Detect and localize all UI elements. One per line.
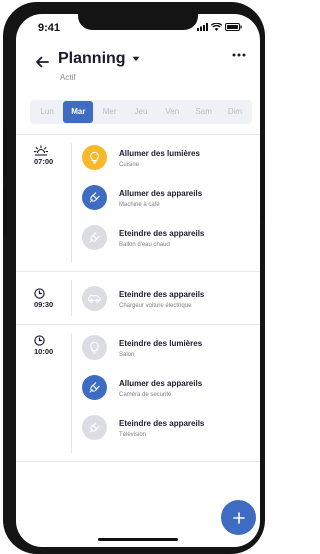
item-title: Eteindre des appareils [119, 229, 205, 238]
plug-icon [82, 225, 107, 250]
planning-selector[interactable]: Planning [58, 50, 140, 68]
schedule-item[interactable]: Allumer des appareils Caméra de securité [82, 375, 252, 411]
schedule-item[interactable]: Eteindre des appareils Télévision [82, 415, 252, 451]
header: Planning Actif [16, 48, 260, 88]
plus-icon [232, 511, 245, 524]
page-title: Planning [58, 50, 126, 67]
add-button[interactable] [221, 500, 256, 535]
day-tab-ven[interactable]: Ven [157, 101, 187, 123]
system-icons [197, 23, 242, 31]
schedule-list: 07:00 Allumer des lumières Cuisine Allumer … [16, 134, 260, 462]
plug-icon [82, 375, 107, 400]
day-tab-dim[interactable]: Dim [220, 101, 250, 123]
schedule-item[interactable]: Eteindre des lumières Salon [82, 335, 252, 371]
schedule-group-1000: 10:00 Eteindre des lumières Salon Allumer d… [16, 325, 260, 461]
schedule-item[interactable]: Eteindre des appareils Chargeur voiture é… [82, 286, 252, 322]
status-bar: 9:41 [16, 14, 260, 40]
item-title: Eteindre des appareils [119, 419, 205, 428]
plug-icon [82, 415, 107, 440]
phone-frame: 9:41 Planning Actif Lun Mar Mer Jeu Ven … [3, 2, 265, 554]
time-column: 10:00 [16, 325, 72, 461]
time-label: 07:00 [34, 157, 54, 166]
volume-up-button [3, 127, 7, 175]
schedule-item[interactable]: Allumer des lumières Cuisine [82, 145, 252, 181]
wifi-icon [211, 23, 222, 31]
item-subtitle: Télévision [119, 432, 147, 438]
time-label: 10:00 [34, 347, 54, 356]
screen: 9:41 Planning Actif Lun Mar Mer Jeu Ven … [16, 14, 260, 547]
day-tab-mer[interactable]: Mer [95, 101, 125, 123]
power-button [261, 152, 265, 222]
item-subtitle: Caméra de securité [119, 392, 172, 398]
lightbulb-icon [82, 145, 107, 170]
item-subtitle: Chargeur voiture électrique [119, 303, 192, 309]
more-options-icon[interactable] [232, 53, 246, 57]
plug-icon [82, 185, 107, 210]
chevron-down-icon [132, 56, 140, 61]
item-subtitle: Ballon d'eau chaud [119, 242, 170, 248]
item-title: Allumer des lumières [119, 149, 200, 158]
home-indicator [98, 538, 178, 541]
status-subtitle: Actif [60, 73, 76, 82]
volume-down-button [3, 187, 7, 235]
back-arrow-icon[interactable] [34, 54, 50, 70]
day-tab-lun[interactable]: Lun [32, 101, 62, 123]
item-title: Allumer des appareils [119, 379, 203, 388]
schedule-group-0930: 09:30 Eteindre des appareils Chargeur voit… [16, 272, 260, 324]
item-title: Eteindre des appareils [119, 290, 205, 299]
car-icon [82, 286, 107, 311]
status-time: 9:41 [38, 22, 61, 34]
timeline-divider [71, 143, 72, 263]
schedule-item[interactable]: Allumer des appareils Machine à café [82, 185, 252, 221]
day-tab-sam[interactable]: Sam [189, 101, 219, 123]
timeline-divider [71, 280, 72, 316]
battery-icon [225, 23, 242, 31]
item-subtitle: Machine à café [119, 202, 160, 208]
schedule-group-0700: 07:00 Allumer des lumières Cuisine Allumer … [16, 135, 260, 271]
signal-icon [197, 23, 208, 31]
day-selector: Lun Mar Mer Jeu Ven Sam Dim [30, 100, 252, 124]
item-subtitle: Salon [119, 352, 135, 358]
schedule-item[interactable]: Eteindre des appareils Ballon d'eau chaud [82, 225, 252, 261]
timeline-divider [71, 333, 72, 453]
lightbulb-icon [82, 335, 107, 360]
item-title: Allumer des appareils [119, 189, 203, 198]
day-tab-jeu[interactable]: Jeu [126, 101, 156, 123]
time-column: 09:30 [16, 272, 72, 324]
time-label: 09:30 [34, 300, 54, 309]
notch [78, 14, 198, 30]
item-title: Eteindre des lumières [119, 339, 203, 348]
item-subtitle: Cuisine [119, 162, 140, 168]
time-column: 07:00 [16, 135, 72, 271]
day-tab-mar[interactable]: Mar [63, 101, 94, 123]
